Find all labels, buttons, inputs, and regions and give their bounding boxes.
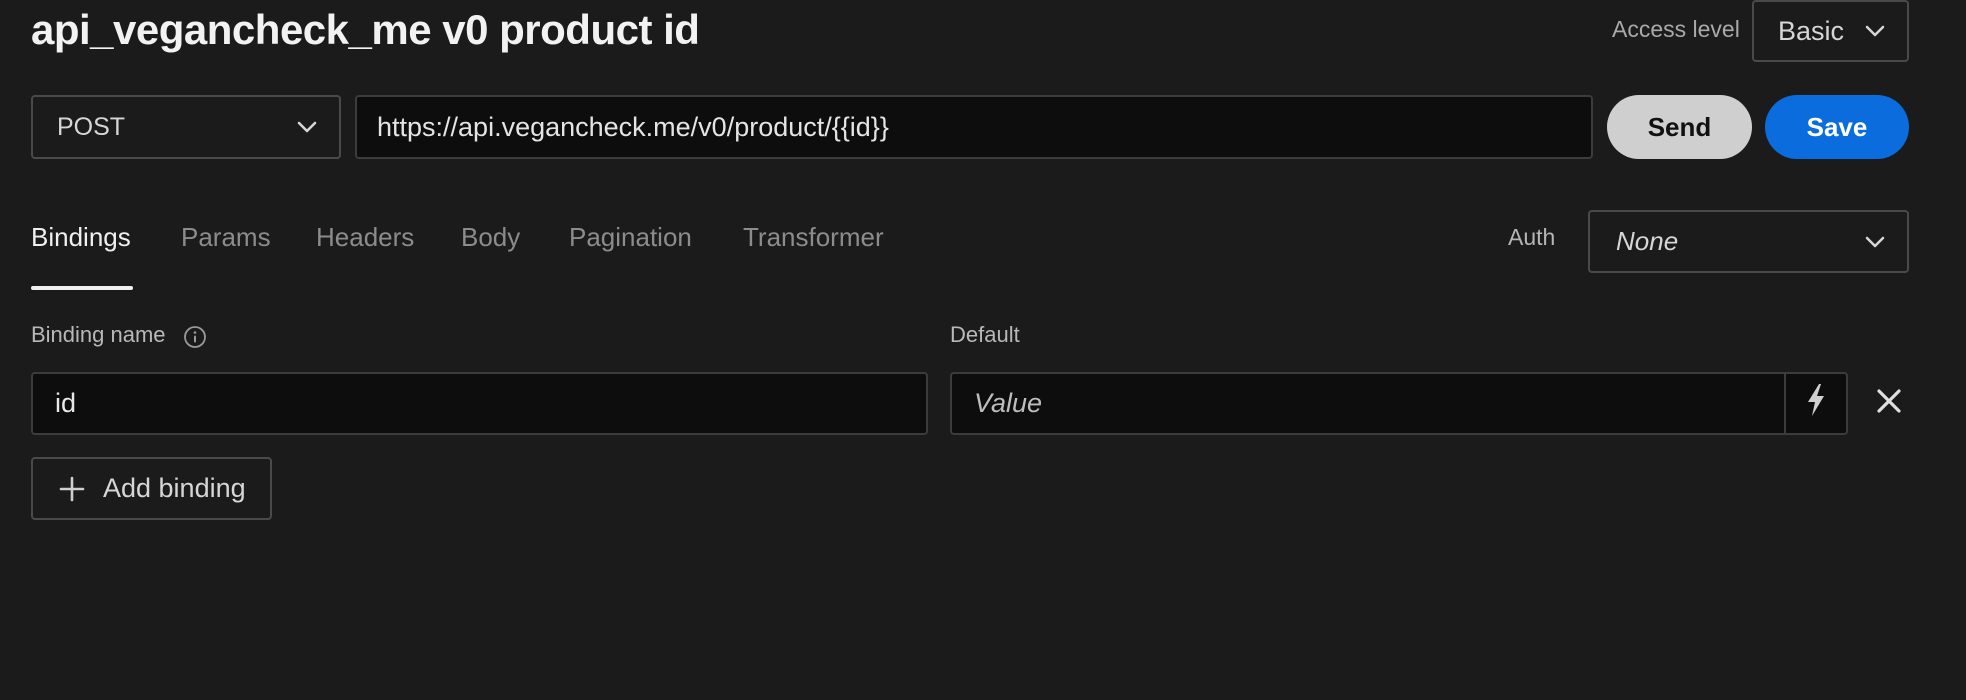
access-level-value: Basic [1778, 15, 1845, 46]
tab-pagination[interactable]: Pagination [569, 222, 692, 253]
tab-transformer[interactable]: Transformer [743, 222, 884, 253]
access-level-select[interactable]: Basic [1752, 0, 1909, 62]
page-title: api_vegancheck_me v0 product id [31, 6, 700, 53]
access-level-label: Access level [1612, 16, 1740, 42]
add-binding-label: Add binding [103, 473, 246, 503]
info-icon[interactable] [183, 325, 207, 354]
auth-label: Auth [1508, 224, 1556, 250]
lightning-bolt-icon [1805, 383, 1827, 424]
binding-name-label: Binding name [31, 322, 166, 347]
binding-name-input[interactable]: id [31, 372, 928, 435]
tab-bindings[interactable]: Bindings [31, 222, 131, 253]
add-binding-button[interactable]: Add binding [31, 457, 272, 520]
dynamic-value-button[interactable] [1784, 374, 1846, 433]
active-tab-indicator [31, 286, 133, 290]
default-value-input[interactable]: Value [950, 372, 1848, 435]
chevron-down-icon [1865, 25, 1885, 37]
close-icon [1875, 387, 1903, 420]
remove-binding-button[interactable] [1872, 386, 1906, 420]
default-value-placeholder: Value [974, 388, 1043, 418]
tab-body[interactable]: Body [461, 222, 520, 253]
auth-value: None [1616, 226, 1679, 256]
url-input[interactable]: https://api.vegancheck.me/v0/product/{{i… [355, 95, 1593, 159]
plus-icon [59, 476, 85, 502]
tab-params[interactable]: Params [181, 222, 271, 253]
save-button[interactable]: Save [1765, 95, 1909, 159]
tab-headers[interactable]: Headers [316, 222, 414, 253]
chevron-down-icon [1865, 236, 1885, 248]
send-button[interactable]: Send [1607, 95, 1752, 159]
default-label: Default [950, 322, 1020, 347]
method-select[interactable]: POST [31, 95, 341, 159]
chevron-down-icon [297, 121, 317, 133]
auth-select[interactable]: None [1588, 210, 1909, 273]
method-value: POST [57, 112, 126, 141]
